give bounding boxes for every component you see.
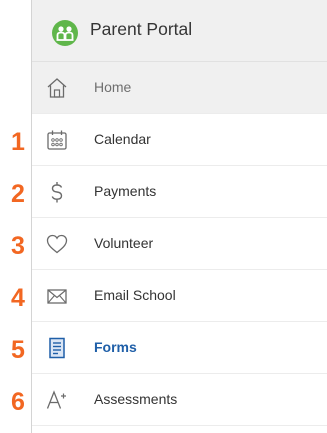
family-logo-icon xyxy=(52,20,78,46)
sidebar-item-label: Home xyxy=(94,79,132,95)
heart-icon xyxy=(44,231,70,257)
callout-numbers: 1 2 3 4 5 6 xyxy=(0,0,30,433)
envelope-icon xyxy=(44,283,70,309)
callout-number-6: 6 xyxy=(11,388,25,416)
form-icon xyxy=(44,335,70,361)
sidebar-header: Parent Portal xyxy=(32,0,327,62)
sidebar-item-email-school[interactable]: Email School xyxy=(32,270,327,322)
portal-title: Parent Portal xyxy=(90,19,193,39)
sidebar-item-payments[interactable]: Payments xyxy=(32,166,327,218)
callout-number-4: 4 xyxy=(11,284,25,312)
sidebar-item-label: Calendar xyxy=(94,131,151,147)
screenshot-stage: 1 2 3 4 5 6 Parent Portal Home Calendar … xyxy=(0,0,327,433)
home-icon xyxy=(44,75,70,101)
sidebar-item-label: Forms xyxy=(94,339,137,355)
sidebar-item-calendar[interactable]: Calendar xyxy=(32,114,327,166)
sidebar-item-label: Email School xyxy=(94,287,176,303)
sidebar-item-label: Assessments xyxy=(94,391,178,407)
sidebar-item-forms[interactable]: Forms xyxy=(32,322,327,374)
sidebar: Parent Portal Home Calendar Payments Vol… xyxy=(31,0,327,433)
callout-number-5: 5 xyxy=(11,336,25,364)
callout-number-1: 1 xyxy=(11,128,25,156)
callout-number-2: 2 xyxy=(11,180,25,208)
calendar-icon xyxy=(44,127,70,153)
sidebar-item-label: Volunteer xyxy=(94,235,154,251)
dollar-icon xyxy=(44,179,70,205)
sidebar-item-assessments[interactable]: Assessments xyxy=(32,374,327,426)
assessment-icon xyxy=(44,387,70,413)
sidebar-item-label: Payments xyxy=(94,183,157,199)
callout-number-3: 3 xyxy=(11,232,25,260)
sidebar-item-home[interactable]: Home xyxy=(32,62,327,114)
sidebar-item-volunteer[interactable]: Volunteer xyxy=(32,218,327,270)
